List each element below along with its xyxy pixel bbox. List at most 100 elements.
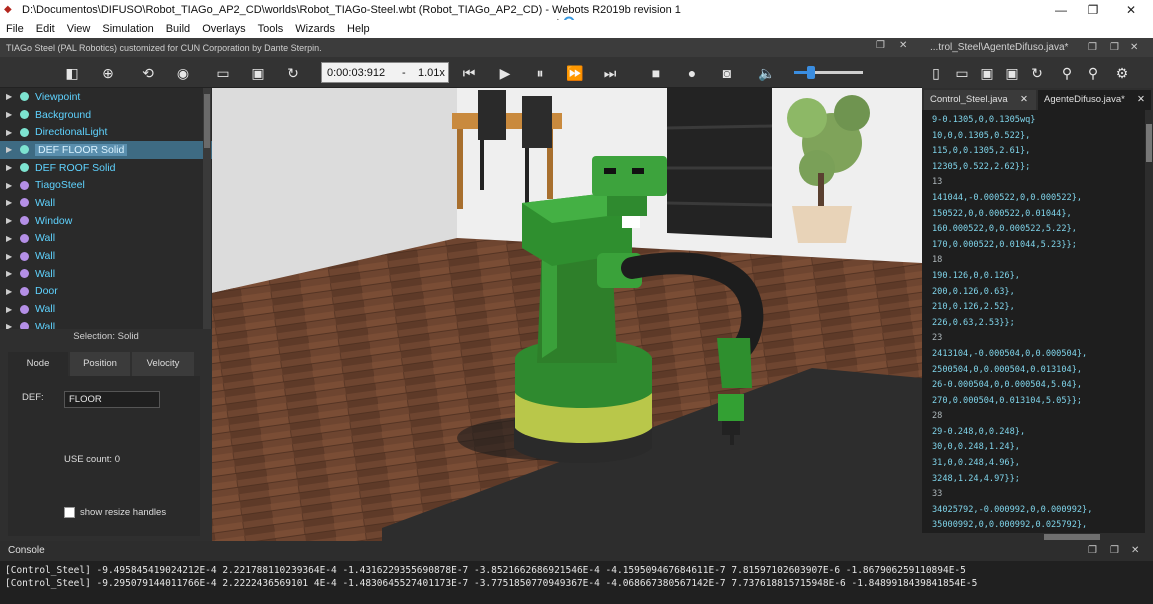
toggle-scene-tree-icon[interactable]: ◧ bbox=[62, 63, 82, 83]
robot-gripper bbox=[718, 394, 744, 421]
volume-slider[interactable] bbox=[794, 66, 863, 79]
expand-arrow-icon[interactable]: ▶ bbox=[6, 198, 16, 207]
expand-arrow-icon[interactable]: ▶ bbox=[6, 287, 16, 296]
tab-node[interactable]: Node bbox=[8, 352, 68, 376]
tab-close-icon[interactable]: ✕ bbox=[1020, 90, 1028, 110]
scene-tree-item[interactable]: ▶ Wall bbox=[0, 265, 212, 283]
close-button[interactable]: ✕ bbox=[1108, 0, 1153, 20]
menu-simulation[interactable]: Simulation bbox=[96, 23, 159, 35]
menu-view[interactable]: View bbox=[61, 23, 97, 35]
reset-simulation-icon[interactable]: ⏮ bbox=[459, 63, 479, 83]
tab-position[interactable]: Position bbox=[70, 352, 130, 376]
menu-file[interactable]: File bbox=[0, 23, 30, 35]
editor-float-icon[interactable]: ❐ bbox=[1088, 38, 1097, 57]
code-area[interactable]: 9-0.1305,0,0.1305wq} 10,0,0.1305,0.522}, 1… bbox=[922, 110, 1145, 541]
new-file-icon[interactable]: ▯ bbox=[926, 63, 946, 83]
menu-tools[interactable]: Tools bbox=[252, 23, 290, 35]
expand-arrow-icon[interactable]: ▶ bbox=[6, 145, 16, 154]
tab-velocity[interactable]: Velocity bbox=[132, 352, 194, 376]
scene-tree-item-label: Wall bbox=[35, 320, 56, 329]
save-file-icon[interactable]: ▣ bbox=[977, 63, 997, 83]
scene-tree-scroll-thumb[interactable] bbox=[204, 94, 210, 148]
plant-pot bbox=[792, 206, 852, 243]
scene-tree-item[interactable]: ▶ Viewpoint bbox=[0, 88, 212, 106]
reload-world-icon[interactable]: ↻ bbox=[283, 63, 303, 83]
scene-tree-item[interactable]: ▶ Wall bbox=[0, 247, 212, 265]
editor-close-icon[interactable]: ✕ bbox=[1130, 38, 1138, 57]
menu-edit[interactable]: Edit bbox=[30, 23, 61, 35]
code-hscroll-thumb[interactable] bbox=[1044, 534, 1100, 540]
resize-handles-checkbox[interactable] bbox=[64, 507, 75, 518]
scene-tree-item[interactable]: ▶ DEF ROOF Solid bbox=[0, 159, 212, 177]
menu-wizards[interactable]: Wizards bbox=[289, 23, 341, 35]
stop-recording-icon[interactable]: ■ bbox=[646, 63, 666, 83]
open-file-icon[interactable]: ▭ bbox=[952, 63, 972, 83]
expand-arrow-icon[interactable]: ▶ bbox=[6, 216, 16, 225]
selection-label: Selection: Solid bbox=[73, 331, 139, 342]
expand-arrow-icon[interactable]: ▶ bbox=[6, 252, 16, 261]
scene-tree-item[interactable]: ▶ Background bbox=[0, 106, 212, 124]
volume-slider-knob[interactable] bbox=[807, 66, 816, 79]
scene-tree-item[interactable]: ▶ Wall bbox=[0, 318, 212, 329]
scene-tree-item[interactable]: ▶ Wall bbox=[0, 194, 212, 212]
reset-view-icon[interactable]: ⟲ bbox=[138, 63, 158, 83]
node-tab-body: DEF: FLOOR USE count: 0 show resize hand… bbox=[8, 376, 200, 536]
record-icon[interactable]: ● bbox=[682, 63, 702, 83]
screenshot-camera-icon[interactable]: ◙ bbox=[717, 63, 737, 83]
scene-tree-item-label: Background bbox=[35, 108, 92, 121]
close-panel-icon[interactable]: ✕ bbox=[899, 40, 907, 51]
def-name-field[interactable]: FLOOR bbox=[64, 391, 160, 408]
expand-arrow-icon[interactable]: ▶ bbox=[6, 234, 16, 243]
save-as-icon[interactable]: ▣ bbox=[1002, 63, 1022, 83]
console-float-icon[interactable]: ❐ bbox=[1088, 541, 1097, 561]
step-icon[interactable]: ▶ bbox=[495, 63, 515, 83]
add-node-icon[interactable]: ⊕ bbox=[98, 63, 118, 83]
real-time-icon[interactable]: ⏩ bbox=[565, 63, 585, 83]
code-horizontal-scrollbar[interactable] bbox=[922, 533, 1145, 541]
scene-tree-item[interactable]: ▶ Door bbox=[0, 283, 212, 301]
tab-close-icon[interactable]: ✕ bbox=[1137, 90, 1145, 110]
expand-arrow-icon[interactable]: ▶ bbox=[6, 92, 16, 101]
fast-forward-icon[interactable]: ⏭ bbox=[600, 63, 620, 83]
scene-tree-item[interactable]: ▶ Wall bbox=[0, 300, 212, 318]
menu-help[interactable]: Help bbox=[341, 23, 376, 35]
pal-logo bbox=[622, 216, 640, 228]
expand-arrow-icon[interactable]: ▶ bbox=[6, 322, 16, 329]
code-scrollbar[interactable] bbox=[1145, 110, 1153, 541]
menu-overlays[interactable]: Overlays bbox=[196, 23, 251, 35]
code-line: 10,0,0.1305,0.522}, bbox=[932, 130, 1031, 141]
scene-tree-item[interactable]: ▶ Window bbox=[0, 212, 212, 230]
tab-agente-difuso-label: AgenteDifuso.java* bbox=[1044, 94, 1125, 105]
expand-arrow-icon[interactable]: ▶ bbox=[6, 181, 16, 190]
open-world-icon[interactable]: ▭ bbox=[213, 63, 233, 83]
scene-tree-item[interactable]: ▶ Wall bbox=[0, 230, 212, 248]
3d-viewport[interactable] bbox=[212, 88, 922, 541]
menu-build[interactable]: Build bbox=[160, 23, 196, 35]
tab-control-steel[interactable]: Control_Steel.java ✕ bbox=[924, 90, 1036, 110]
console-maximize-icon[interactable]: ❐ bbox=[1110, 541, 1119, 561]
float-panel-icon[interactable]: ❐ bbox=[876, 40, 885, 51]
expand-arrow-icon[interactable]: ▶ bbox=[6, 110, 16, 119]
pause-icon[interactable]: ⏸ bbox=[530, 63, 550, 83]
code-scroll-thumb[interactable] bbox=[1146, 124, 1152, 162]
scene-tree-item[interactable]: ▶ DirectionalLight bbox=[0, 123, 212, 141]
tab-agente-difuso[interactable]: AgenteDifuso.java* ✕ bbox=[1038, 90, 1151, 110]
console-close-icon[interactable]: ✕ bbox=[1131, 541, 1139, 561]
world-info-text: TIAGo Steel (PAL Robotics) customized fo… bbox=[6, 42, 322, 53]
revert-icon[interactable]: ↻ bbox=[1027, 63, 1047, 83]
expand-arrow-icon[interactable]: ▶ bbox=[6, 305, 16, 314]
replace-icon[interactable]: ⚲ bbox=[1083, 63, 1103, 83]
scene-tree-item[interactable]: ▶ DEF FLOOR Solid bbox=[0, 141, 212, 159]
save-world-icon[interactable]: ▣ bbox=[248, 63, 268, 83]
editor-maximize-icon[interactable]: ❐ bbox=[1110, 38, 1119, 57]
find-icon[interactable]: ⚲ bbox=[1057, 63, 1077, 83]
expand-arrow-icon[interactable]: ▶ bbox=[6, 269, 16, 278]
volume-icon[interactable]: 🔈 bbox=[757, 63, 777, 83]
scene-tree-item[interactable]: ▶ TiagoSteel bbox=[0, 176, 212, 194]
expand-arrow-icon[interactable]: ▶ bbox=[6, 163, 16, 172]
visibility-eye-icon[interactable]: ◉ bbox=[173, 63, 193, 83]
build-gear-icon[interactable]: ⚙ bbox=[1112, 63, 1132, 83]
expand-arrow-icon[interactable]: ▶ bbox=[6, 128, 16, 137]
scene-tree-scrollbar[interactable] bbox=[203, 88, 211, 329]
scene-tree-item-label: Wall bbox=[35, 196, 56, 209]
